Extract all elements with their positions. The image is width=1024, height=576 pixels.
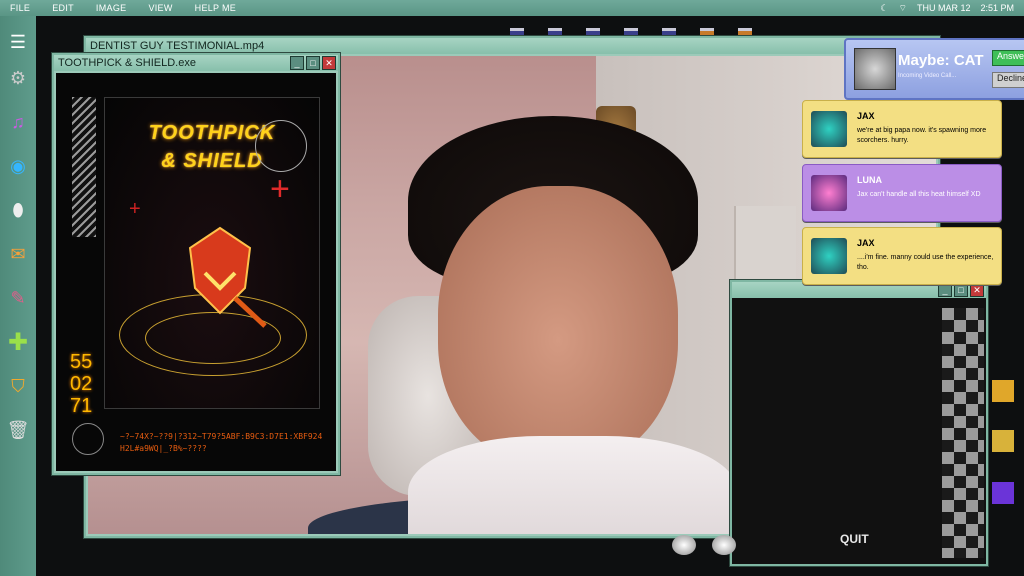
menu-view[interactable]: VIEW [138,3,184,13]
game-poster[interactable]: TOOTHPICK & SHIELD + + [104,97,320,409]
left-dock: ☰ ⚙ ♫ ◉ ⬮ ✉ ✎ ✚ ⛉ 🗑 [0,16,36,576]
mail-icon[interactable]: ✉ [5,241,31,267]
menu-file[interactable]: FILE [0,3,42,13]
trash-icon[interactable]: 🗑 [5,417,31,443]
call-subtitle: Incoming Video Call... [898,73,957,79]
hazard-stripes [72,97,96,237]
date-label: THU MAR 12 [916,3,971,13]
toothpick-window-body: TOOTHPICK & SHIELD + + 55 02 71 ~?~74X?~… [56,73,336,471]
minimize-icon[interactable]: _ [290,56,304,70]
answer-button[interactable]: Answer [992,50,1024,66]
moon-icon[interactable]: ☾ [880,3,888,14]
face [438,186,678,466]
code-line: H2L#a9WQ|_?B%~???? [120,444,207,453]
close-icon[interactable]: ✕ [970,283,984,297]
caller-name: Maybe: CAT [898,52,984,69]
status-area: ☾ ⌔ THU MAR 12 2:51 PM [880,3,1024,14]
counter-digit: 02 [70,373,93,395]
gears-icon[interactable]: ⚙ [5,65,31,91]
video-window-title: DENTIST GUY TESTIMONIAL.mp4 [90,40,265,52]
jax-avatar [811,111,847,147]
disc-icon[interactable] [672,535,696,555]
clock-label: 2:51 PM [980,3,1014,13]
disc-icon[interactable] [712,535,736,555]
code-readout: ~?~74X?~??9|?312~T79?5ABF:B9C3:D7E1:XBF9… [120,431,330,455]
counter-digit: 71 [70,395,93,417]
menu-bar: FILE EDIT IMAGE VIEW HELP ME ☾ ⌔ THU MAR… [0,0,1024,16]
quit-button[interactable]: QUIT [840,532,869,546]
right-desktop-icons [992,380,1014,402]
menu-edit[interactable]: EDIT [42,3,86,13]
message-sender: JAX [857,111,875,121]
red-cross-icon: + [270,170,290,208]
wifi-icon[interactable]: ⌔ [898,3,906,14]
jax-avatar [811,238,847,274]
folder-icon[interactable] [992,482,1014,504]
dental-bib [408,436,738,534]
hamburger-menu-icon[interactable]: ☰ [0,32,36,53]
shield-helmet-icon [188,226,267,328]
chess-window: _ □ ✕ QUIT [730,280,988,566]
maximize-icon[interactable]: □ [954,283,968,297]
music-note-icon[interactable]: ♫ [5,109,31,135]
cat-avatar [854,48,896,90]
toothpick-shield-window: TOOTHPICK & SHIELD.exe _ □ ✕ TOOTHPICK &… [52,53,340,475]
shield-icon[interactable]: ⛉ [5,373,31,399]
eye-icon[interactable]: ◉ [5,153,31,179]
chat-message[interactable]: JAX ....i'm fine. manny could use the ex… [802,227,1002,285]
minimize-icon[interactable]: _ [938,283,952,297]
right-desktop-icons [992,430,1014,452]
video-window-titlebar[interactable]: DENTIST GUY TESTIMONIAL.mp4 [86,38,938,54]
close-icon[interactable]: ✕ [322,56,336,70]
menu-help[interactable]: HELP ME [185,3,248,13]
plus-icon[interactable]: ✚ [5,329,31,356]
luna-avatar [811,175,847,211]
incoming-call-notification[interactable]: Maybe: CAT Incoming Video Call... Answer… [844,38,1024,100]
message-text: we're at big papa now. it's spawning mor… [857,127,987,144]
egg-icon[interactable]: ⬮ [5,197,31,223]
notebook-icon[interactable] [992,430,1014,452]
moon-ring [255,120,307,172]
maximize-icon[interactable]: □ [306,56,320,70]
bottom-discs [672,535,736,555]
toothpick-window-title: TOOTHPICK & SHIELD.exe [58,57,196,69]
decline-button[interactable]: Decline [992,72,1024,88]
counter-digits: 55 02 71 [70,351,92,417]
red-cross-icon: + [129,198,141,220]
atom-icon [72,423,104,455]
toothpick-window-titlebar[interactable]: TOOTHPICK & SHIELD.exe _ □ ✕ [54,55,338,71]
counter-digit: 55 [70,351,93,373]
syringe-icon[interactable]: ✎ [5,285,31,311]
chess-window-controls: _ □ ✕ [938,283,986,297]
message-sender: JAX [857,238,875,248]
message-text: Jax can't handle all this heat himself X… [857,191,981,198]
message-text: ....i'm fine. manny could use the experi… [857,254,994,271]
chat-message[interactable]: LUNA Jax can't handle all this heat hims… [802,164,1002,222]
message-sender: LUNA [857,175,882,185]
folder-search-icon[interactable] [992,380,1014,402]
chess-board[interactable] [942,308,984,558]
menu-image[interactable]: IMAGE [86,3,139,13]
toothpick-window-controls: _ □ ✕ [290,56,338,70]
right-desktop-icons [992,482,1014,504]
code-line: ~?~74X?~??9|?312~T79?5ABF:B9C3:D7E1:XBF9… [120,432,323,441]
chat-message[interactable]: JAX we're at big papa now. it's spawning… [802,100,1002,158]
